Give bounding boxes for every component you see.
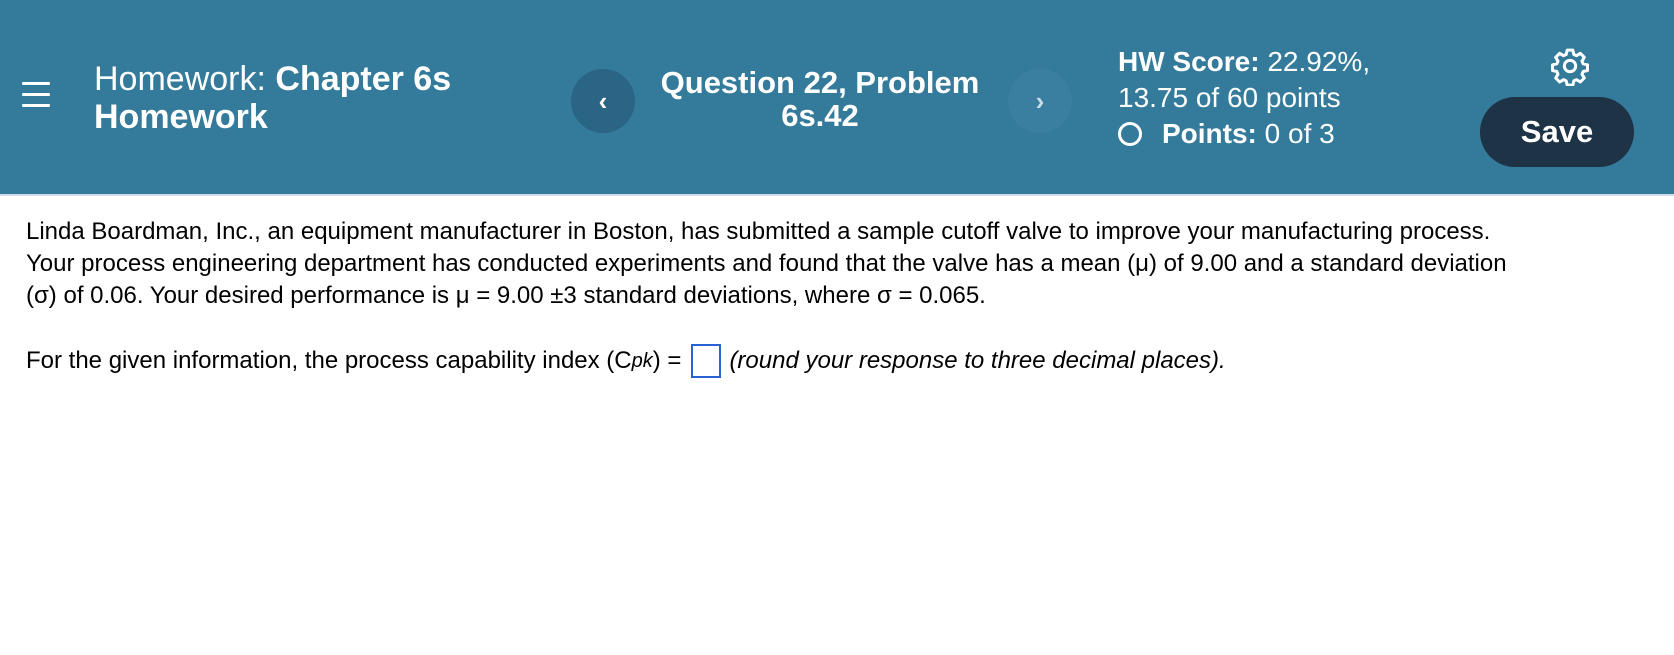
previous-question-button[interactable]: ‹ <box>571 69 635 133</box>
radio-circle-icon <box>1118 122 1142 146</box>
points-total: 13.75 of 60 points <box>1118 82 1341 113</box>
points-value: 0 of 3 <box>1264 118 1335 149</box>
problem-line1: Linda Boardman, Inc., an equipment manuf… <box>26 218 1491 245</box>
chevron-right-icon: › <box>1035 85 1045 116</box>
question-title-line2: 6s.42 <box>781 98 859 133</box>
points-label: Points: <box>1162 118 1257 149</box>
gear-icon[interactable] <box>1550 46 1590 86</box>
homework-prefix: Homework: <box>94 60 266 98</box>
question-text-after: ) = <box>652 347 682 374</box>
problem-line3: (σ) of 0.06. Your desired performance is… <box>26 282 986 309</box>
homework-name-line1: Chapter 6s <box>275 60 452 98</box>
score-panel: HW Score: 22.92%, 13.75 of 60 points Poi… <box>1118 44 1370 152</box>
hw-score-value: 22.92%, <box>1267 46 1371 77</box>
chevron-left-icon: ‹ <box>598 85 608 116</box>
hw-score-label: HW Score: <box>1118 46 1260 77</box>
problem-line2: Your process engineering department has … <box>26 250 1507 277</box>
question-title-line1: Question 22, Problem <box>660 65 980 100</box>
homework-title: Homework: Chapter 6s Homework <box>94 60 524 136</box>
problem-content: Linda Boardman, Inc., an equipment manuf… <box>26 216 1656 378</box>
cpk-answer-input[interactable] <box>691 344 722 378</box>
rounding-hint: (round your response to three decimal pl… <box>729 347 1226 374</box>
question-title: Question 22, Problem 6s.42 <box>640 66 1000 132</box>
save-button[interactable]: Save <box>1480 97 1634 167</box>
top-header: Homework: Chapter 6s Homework ‹ Question… <box>0 0 1674 196</box>
hamburger-menu-icon[interactable] <box>22 82 52 112</box>
question-line: For the given information, the process c… <box>26 344 1656 378</box>
homework-name-line2: Homework <box>94 98 268 136</box>
next-question-button[interactable]: › <box>1008 69 1072 133</box>
question-text-before: For the given information, the process c… <box>26 347 632 374</box>
